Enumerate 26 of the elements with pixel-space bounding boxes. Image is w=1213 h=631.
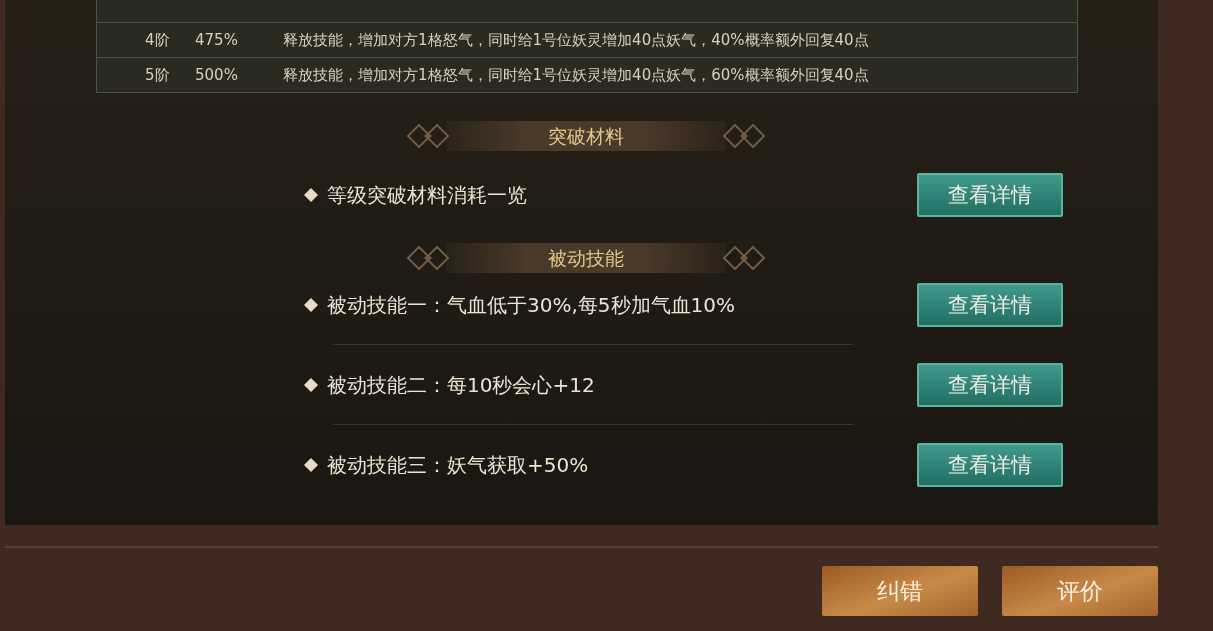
footer-button[interactable]: 评价: [1002, 566, 1158, 616]
details-button[interactable]: 查看详情: [917, 363, 1063, 407]
diamond-ornament-icon: [406, 245, 450, 271]
section-title: 被动技能: [446, 243, 726, 273]
percent-cell-text: 475%: [195, 31, 239, 49]
details-button[interactable]: 查看详情: [917, 283, 1063, 327]
diamond-bullet-icon: [303, 187, 319, 203]
effect-cell: 释放技能，增加对方1格怒气，同时给1号位妖灵增加40点妖气，60%概率额外回复40点: [283, 65, 869, 85]
stage-cell-text: 5阶: [145, 65, 171, 85]
footer-button[interactable]: 纠错: [822, 566, 978, 616]
section-title: 突破材料: [446, 121, 726, 151]
item-text: 被动技能一：气血低于30%,每5秒加气血10%: [327, 291, 736, 319]
diamond-bullet-icon: [303, 457, 319, 473]
effect-cell: 释放技能，增加对方1格怒气，同时给1号位妖灵增加40点妖气，40%概率额外回复40点: [283, 30, 869, 50]
item-text: 被动技能三：妖气获取+50%: [327, 451, 590, 479]
details-button[interactable]: 查看详情: [917, 173, 1063, 217]
diamond-ornament-icon: [722, 245, 766, 271]
item-text: 等级突破材料消耗一览: [327, 181, 528, 209]
diamond-bullet-icon: [303, 297, 319, 313]
diamond-ornament-icon: [722, 123, 766, 149]
percent-cell-text: 500%: [195, 66, 239, 84]
diamond-bullet-icon: [303, 377, 319, 393]
stage-cell-text: 4阶: [145, 30, 171, 50]
details-button[interactable]: 查看详情: [917, 443, 1063, 487]
item-text: 被动技能二：每10秒会心+12: [327, 371, 596, 399]
diamond-ornament-icon: [406, 123, 450, 149]
